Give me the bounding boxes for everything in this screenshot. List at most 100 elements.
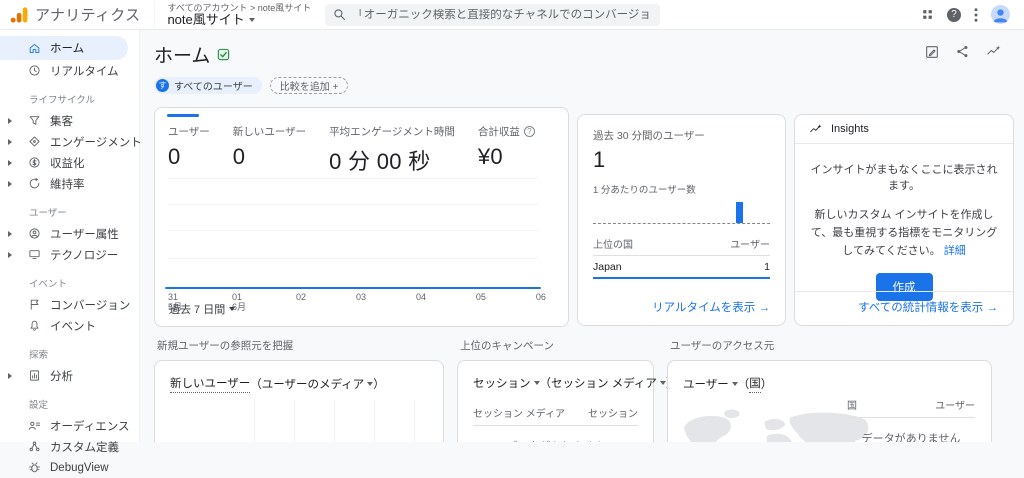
- sidebar-section-explore: 探索: [29, 347, 139, 361]
- sidebar-item-audiences[interactable]: オーディエンス: [0, 415, 139, 436]
- analysis-icon: [28, 369, 42, 383]
- sidebar-item-retention[interactable]: 維持率: [0, 173, 139, 194]
- arrow-right-icon: →: [987, 302, 999, 314]
- table-row: Japan 1: [593, 256, 770, 279]
- sidebar-item-events[interactable]: イベント: [0, 315, 139, 336]
- search-input[interactable]: [352, 9, 652, 21]
- metric-avg-engagement-time[interactable]: 平均エンゲージメント時間 0 分 00 秒: [329, 124, 455, 176]
- expand-arrow-icon: [8, 118, 12, 124]
- sidebar-item-realtime[interactable]: リアルタイム: [0, 60, 139, 81]
- date-range-selector[interactable]: 過去 7 日間: [169, 301, 235, 317]
- metric-selector[interactable]: セッション: [473, 375, 540, 391]
- account-name: note風サイト: [167, 13, 244, 27]
- main-content: ホーム す すべてのユーザー 比較を追加 + ユーザー 0: [140, 30, 1024, 442]
- view-realtime-link[interactable]: リアルタイムを表示 →: [652, 299, 770, 315]
- expand-arrow-icon: [8, 231, 12, 237]
- top-app-bar: アナリティクス すべてのアカウント > note風サイト note風サイト ?: [0, 0, 1024, 30]
- sidebar-section-events: イベント: [29, 276, 139, 290]
- sidebar-item-custom-definitions[interactable]: カスタム定義: [0, 436, 139, 457]
- sidebar-item-analysis[interactable]: 分析: [0, 365, 139, 386]
- expand-arrow-icon: [8, 252, 12, 258]
- analytics-logo-icon: [10, 7, 28, 23]
- section-title-campaigns: 上位のキャンペーン: [460, 338, 654, 353]
- account-switcher[interactable]: すべてのアカウント > note風サイト note風サイト: [154, 3, 311, 27]
- help-tooltip-icon[interactable]: ?: [524, 126, 535, 137]
- sidebar-item-conversions[interactable]: コンバージョン: [0, 294, 139, 315]
- insights-icon: [808, 123, 823, 136]
- engagement-icon: [28, 135, 42, 149]
- debug-icon: [28, 461, 42, 475]
- sidebar-item-technology[interactable]: テクノロジー: [0, 244, 139, 265]
- view-all-insights-link[interactable]: すべての統計情報を表示 →: [858, 299, 998, 315]
- users-per-minute-chart: [593, 199, 770, 224]
- home-icon: [28, 41, 42, 55]
- campaigns-card: セッション （ セッション メディア ） セッション メディア セッション デー…: [457, 360, 654, 442]
- section-title-new-users: 新規ユーザーの参照元を把握: [157, 338, 444, 353]
- sidebar-item-demographics[interactable]: ユーザー属性: [0, 223, 139, 244]
- clock-icon: [28, 64, 42, 78]
- origin-table: 国 ユーザー データがありません: [847, 397, 975, 442]
- search-icon: [333, 8, 346, 21]
- no-data-text: データがありません: [458, 438, 653, 442]
- learn-more-link[interactable]: 詳細: [944, 245, 966, 257]
- realtime-users-value: 1: [593, 147, 770, 173]
- sidebar-section-configure: 設定: [29, 397, 139, 411]
- metric-total-revenue[interactable]: 合計収益? ¥0: [478, 124, 535, 176]
- audience-filter-chip[interactable]: す すべてのユーザー: [154, 77, 262, 94]
- minute-bar: [736, 202, 743, 223]
- metric-new-users[interactable]: 新しいユーザー 0: [233, 124, 306, 176]
- bell-icon: [28, 319, 42, 333]
- insights-card-title: Insights: [831, 123, 869, 135]
- create-insight-button[interactable]: 作成: [876, 273, 933, 301]
- dimension-selector[interactable]: 国: [749, 375, 761, 393]
- user-origin-card: ユーザー （ 国 ）: [667, 360, 992, 442]
- retention-icon: [28, 177, 42, 191]
- technology-icon: [28, 248, 42, 262]
- no-data-text: データがありません: [847, 430, 975, 442]
- audience-chip-icon: す: [156, 79, 169, 92]
- chevron-down-icon: [229, 307, 235, 311]
- person-icon: [991, 5, 1010, 24]
- metric-selector[interactable]: ユーザー: [683, 376, 738, 392]
- monetization-icon: [28, 156, 42, 170]
- country-cell: Japan: [593, 261, 622, 273]
- search-bar[interactable]: [325, 4, 660, 26]
- customize-report-icon[interactable]: [924, 44, 940, 65]
- share-icon[interactable]: [955, 44, 970, 65]
- breadcrumb: すべてのアカウント > note風サイト: [167, 3, 311, 13]
- expand-arrow-icon: [8, 181, 12, 187]
- chart-zero-line: [165, 287, 541, 289]
- apps-grid-icon[interactable]: [921, 8, 934, 21]
- campaigns-table-header: セッション メディア セッション: [473, 405, 638, 426]
- dimension-selector[interactable]: ユーザーのメディア: [262, 376, 373, 392]
- help-icon[interactable]: ?: [947, 8, 961, 22]
- flag-icon: [28, 298, 42, 312]
- avatar[interactable]: [991, 5, 1010, 24]
- chevron-down-icon: [249, 18, 255, 22]
- demographics-icon: [28, 227, 42, 241]
- active-tab-indicator: [167, 114, 199, 117]
- audience-icon: [28, 419, 42, 433]
- sidebar-item-home[interactable]: ホーム: [0, 36, 128, 60]
- add-comparison-chip[interactable]: 比較を追加 +: [270, 77, 349, 94]
- expand-arrow-icon: [8, 139, 12, 145]
- sidebar-section-lifecycle: ライフサイクル: [29, 92, 139, 106]
- more-vertical-icon[interactable]: [974, 8, 978, 22]
- insights-icon[interactable]: [985, 44, 1002, 65]
- overview-metrics-card: ユーザー 0 新しいユーザー 0 平均エンゲージメント時間 0 分 00 秒 合…: [154, 107, 569, 327]
- analytics-logo: アナリティクス: [0, 4, 140, 25]
- sidebar-section-user: ユーザー: [29, 205, 139, 219]
- sidebar-item-engagement[interactable]: エンゲージメント: [0, 131, 139, 152]
- sidebar-item-monetization[interactable]: 収益化: [0, 152, 139, 173]
- realtime-card: 過去 30 分間のユーザー 1 1 分あたりのユーザー数 上位の国 ユーザー J…: [577, 114, 786, 326]
- insights-card: Insights インサイトがまもなくここに表示されます。 新しいカスタム イン…: [794, 114, 1014, 326]
- arrow-right-icon: →: [759, 302, 771, 314]
- sidebar-item-acquisition[interactable]: 集客: [0, 110, 139, 131]
- metric-selector[interactable]: 新しいユーザー: [170, 375, 250, 393]
- dimension-selector[interactable]: セッション メディア: [551, 375, 666, 391]
- sidebar-item-debugview[interactable]: DebugView: [0, 457, 139, 478]
- insights-description: 新しいカスタム インサイトを作成して、最も重視する指標をモニタリングしてみてくだ…: [811, 209, 997, 257]
- section-title-user-origin: ユーザーのアクセス元: [670, 338, 992, 353]
- metric-users[interactable]: ユーザー 0: [168, 124, 210, 176]
- realtime-title: 過去 30 分間のユーザー: [593, 128, 770, 143]
